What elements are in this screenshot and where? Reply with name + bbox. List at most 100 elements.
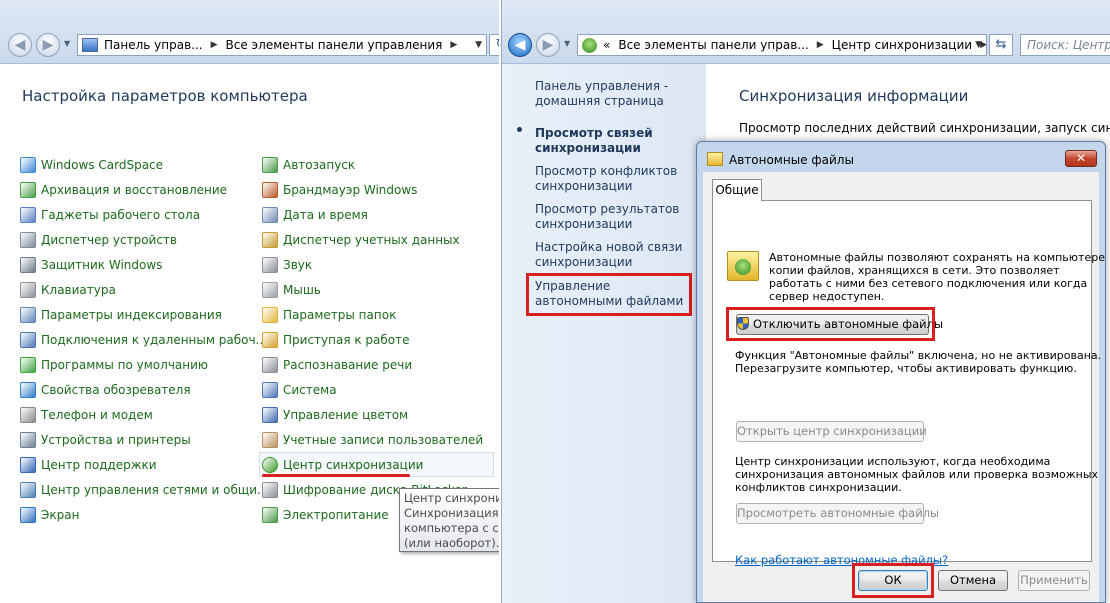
control-panel-item-label: Windows CardSpace [41, 157, 164, 172]
close-button[interactable]: ✕ [1065, 150, 1097, 167]
bitlocker-icon [262, 481, 278, 498]
control-panel-item[interactable]: Параметры папок [262, 302, 494, 327]
control-panel-item[interactable]: Клавиатура [20, 277, 268, 302]
breadcrumb-overflow[interactable]: « [603, 38, 610, 52]
tab-general[interactable]: Общие [712, 179, 762, 201]
remoteapp-icon [20, 331, 36, 348]
view-offline-files-button[interactable]: Просмотреть автономные файлы [736, 503, 939, 524]
intro-line: Автономные файлы позволяют сохранять на … [769, 251, 1105, 264]
control-panel-item[interactable]: Программы по умолчанию [20, 352, 268, 377]
side-link-new-partnership[interactable]: Настройка новой связи синхронизации [535, 240, 700, 270]
sync-info-text: Центр синхронизации используют, когда не… [735, 455, 1098, 494]
apply-button[interactable]: Применить [1018, 570, 1090, 591]
history-dropdown-icon[interactable]: ▼ [64, 39, 70, 48]
control-panel-icon [82, 38, 98, 52]
breadcrumb-arrow-icon[interactable]: ▶ [211, 40, 218, 50]
control-panel-item[interactable]: Устройства и принтеры [20, 427, 268, 452]
control-panel-item[interactable]: Центр поддержки [20, 452, 268, 477]
control-panel-item[interactable]: Защитник Windows [20, 252, 268, 277]
control-panel-item-label: Центр поддержки [41, 457, 157, 472]
breadcrumb-arrow-icon[interactable]: ▶ [817, 40, 824, 50]
control-panel-item[interactable]: Центр управления сетями и общи... [20, 477, 268, 502]
refresh-icon[interactable]: ⇆ [989, 34, 1013, 56]
history-dropdown-icon[interactable]: ▼ [564, 39, 570, 48]
offline-files-dialog: Автономные файлы ✕ Общие Автономные файл… [696, 141, 1106, 603]
red-highlight-annotation [852, 563, 934, 598]
control-panel-item[interactable]: Автозапуск [262, 152, 494, 177]
credential-manager-icon [262, 231, 278, 248]
control-panel-item-label: Параметры индексирования [41, 307, 222, 322]
sync-center-icon [582, 37, 597, 53]
back-button[interactable]: ◀ [508, 33, 532, 57]
keyboard-icon [20, 281, 36, 298]
control-panel-item[interactable]: Windows CardSpace [20, 152, 268, 177]
side-link-view-results[interactable]: Просмотр результатов синхронизации [535, 202, 700, 232]
screenshot: ◀ ▶ ▼ Панель управ... ▶ Все элементы пан… [0, 0, 1110, 603]
network-center-icon [20, 481, 36, 498]
side-link-home[interactable]: Панель управления - домашняя страница [535, 79, 700, 109]
control-panel-item[interactable]: Управление цветом [262, 402, 494, 427]
control-panel-item-label: Параметры папок [283, 307, 397, 322]
side-link-view-conflicts[interactable]: Просмотр конфликтов синхронизации [535, 164, 700, 194]
control-panel-item[interactable]: Диспетчер устройств [20, 227, 268, 252]
phone-modem-icon [20, 406, 36, 423]
printers-icon [20, 431, 36, 448]
control-panel-item-label: Диспетчер учетных данных [283, 232, 460, 247]
control-panel-item[interactable]: Мышь [262, 277, 494, 302]
control-panel-item-label: Автозапуск [283, 157, 356, 172]
display-icon [20, 506, 36, 523]
open-sync-center-button[interactable]: Открыть центр синхронизации [736, 421, 927, 442]
dialog-title: Автономные файлы [729, 153, 854, 167]
indexing-icon [20, 306, 36, 323]
control-panel-item[interactable]: Экран [20, 502, 268, 527]
control-panel-item[interactable]: Свойства обозревателя [20, 377, 268, 402]
search-input[interactable]: Поиск: Центр с [1020, 34, 1110, 56]
address-bar[interactable]: Панель управ... ▶ Все элементы панели уп… [77, 34, 487, 56]
refresh-icon[interactable]: ↻ [489, 34, 499, 56]
control-panel-item[interactable]: Архивация и восстановление [20, 177, 268, 202]
control-panel-items-col1: Windows CardSpace Архивация и восстановле… [20, 152, 268, 527]
firewall-icon [262, 181, 278, 198]
gadgets-icon [20, 206, 36, 223]
control-panel-item[interactable]: Телефон и модем [20, 402, 268, 427]
control-panel-item[interactable]: Брандмауэр Windows [262, 177, 494, 202]
control-panel-item[interactable]: Параметры индексирования [20, 302, 268, 327]
offline-files-icon [707, 152, 723, 166]
sync-info-line: конфликтов синхронизации. [735, 481, 902, 494]
control-panel-item-label: Электропитание [283, 507, 389, 522]
address-dropdown-icon[interactable]: ▼ [975, 40, 982, 50]
speech-icon [262, 356, 278, 373]
control-panel-item[interactable]: Подключения к удаленным рабоч... [20, 327, 268, 352]
offline-files-sync-icon [727, 251, 759, 281]
current-item-bullet-icon [517, 127, 522, 132]
side-link-view-partnerships[interactable]: Просмотр связей синхронизации [535, 126, 700, 156]
control-panel-item-label: Центр управления сетями и общи... [41, 482, 269, 497]
back-button[interactable]: ◀ [8, 33, 32, 57]
forward-button[interactable]: ▶ [536, 33, 560, 57]
control-panel-item-label: Экран [41, 507, 80, 522]
tooltip-line: Центр синхрониз [404, 491, 499, 505]
control-panel-item[interactable]: Звук [262, 252, 494, 277]
breadcrumb-item[interactable]: Все элементы панели управления [226, 38, 443, 52]
control-panel-item[interactable]: Гаджеты рабочего стола [20, 202, 268, 227]
control-panel-item-label: Телефон и модем [41, 407, 153, 422]
control-panel-item[interactable]: Дата и время [262, 202, 494, 227]
breadcrumb-item[interactable]: Центр синхронизации [832, 38, 972, 52]
backup-icon [20, 181, 36, 198]
breadcrumb-item[interactable]: Панель управ... [104, 38, 203, 52]
forward-button[interactable]: ▶ [36, 33, 60, 57]
status-text: Функция "Автономные файлы" включена, но … [735, 349, 1101, 375]
address-dropdown-icon[interactable]: ▼ [475, 40, 482, 50]
control-panel-item[interactable]: Учетные записи пользователей [262, 427, 494, 452]
control-panel-item[interactable]: Приступая к работе [262, 327, 494, 352]
page-description: Просмотр последних действий синхронизаци… [739, 121, 1110, 135]
breadcrumb-arrow-icon[interactable]: ▶ [450, 40, 457, 50]
breadcrumb-item[interactable]: Все элементы панели управ... [618, 38, 808, 52]
address-bar[interactable]: « Все элементы панели управ... ▶ Центр с… [577, 34, 987, 56]
control-panel-item[interactable]: Система [262, 377, 494, 402]
control-panel-item[interactable]: Диспетчер учетных данных [262, 227, 494, 252]
control-panel-item[interactable]: Распознавание речи [262, 352, 494, 377]
cancel-button[interactable]: Отмена [938, 570, 1008, 591]
defender-icon [20, 256, 36, 273]
dialog-titlebar[interactable]: Автономные файлы ✕ [697, 142, 1105, 172]
